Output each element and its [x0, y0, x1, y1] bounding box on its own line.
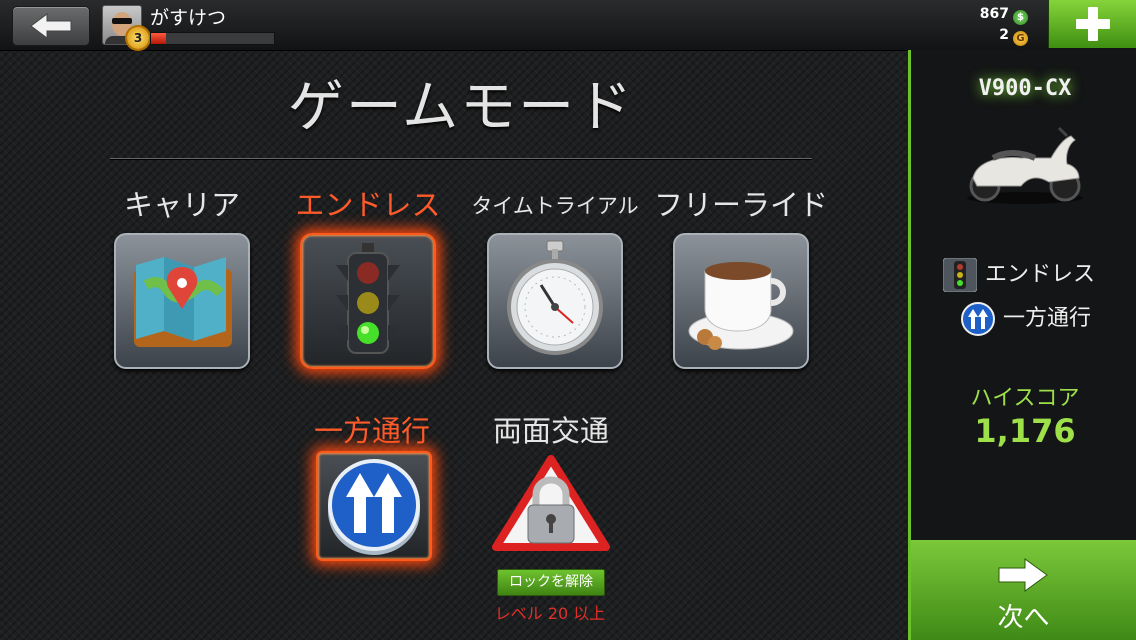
cash-coin-icon: $: [1013, 10, 1028, 25]
cash-amount: 867 $: [980, 6, 1028, 25]
back-button[interactable]: [12, 6, 90, 46]
one-way-arrows-icon: [961, 302, 995, 336]
one-way-arrows-icon: [328, 459, 420, 555]
traffic-light-icon: [943, 258, 977, 292]
player-name: がすけつ: [150, 7, 227, 29]
selected-mode: エンドレス: [943, 256, 1136, 292]
stopwatch-icon: [507, 240, 603, 355]
xp-progress-bar: [150, 32, 275, 45]
hiscore-label: ハイスコア: [970, 386, 1080, 411]
next-label: 次へ: [997, 603, 1050, 633]
xp-progress-fill: [151, 33, 166, 44]
title-divider: [110, 158, 812, 159]
coffee-cup-icon: [688, 262, 794, 350]
gold-coin-icon: G: [1013, 31, 1028, 46]
selected-traffic: 一方通行: [961, 300, 1136, 336]
hiscore-value: 1,176: [974, 412, 1076, 450]
padlock-warning-icon: [492, 455, 610, 551]
page-title: ゲームモード: [287, 75, 635, 140]
mode-time-trial-button[interactable]: [487, 233, 623, 369]
mode-endless-button[interactable]: [300, 233, 436, 369]
mode-career-button[interactable]: [114, 233, 250, 369]
traffic-two-way-button[interactable]: [492, 455, 610, 555]
scooter-icon[interactable]: [963, 126, 1087, 206]
traffic-one-way-button[interactable]: [316, 451, 432, 561]
map-pin-icon: [134, 257, 232, 347]
unlock-requirement: レベル 20 以上: [494, 604, 606, 623]
mode-label-endless: エンドレス: [295, 188, 441, 222]
next-arrow-icon: [998, 558, 1048, 592]
mode-label-free-ride: フリーライド: [653, 188, 828, 222]
mode-label-time-trial: タイムトライアル: [471, 194, 639, 218]
traffic-label-two-way: 両面交通: [492, 414, 609, 448]
gold-amount: 2G: [999, 27, 1028, 46]
level-badge: 3: [127, 27, 149, 49]
traffic-light-icon: [336, 243, 400, 354]
unlock-button[interactable]: ロックを解除: [497, 569, 605, 596]
traffic-label-one-way: 一方通行: [313, 414, 430, 448]
mode-label-career: キャリア: [123, 188, 240, 222]
add-currency-button[interactable]: [1048, 0, 1136, 48]
mode-free-ride-button[interactable]: [673, 233, 809, 369]
vehicle-name: V900-CX: [978, 76, 1072, 101]
next-button[interactable]: 次へ: [911, 540, 1136, 640]
back-arrow-icon: [30, 13, 72, 39]
top-bar: 3 がすけつ 867 $ 2G: [0, 0, 1136, 51]
